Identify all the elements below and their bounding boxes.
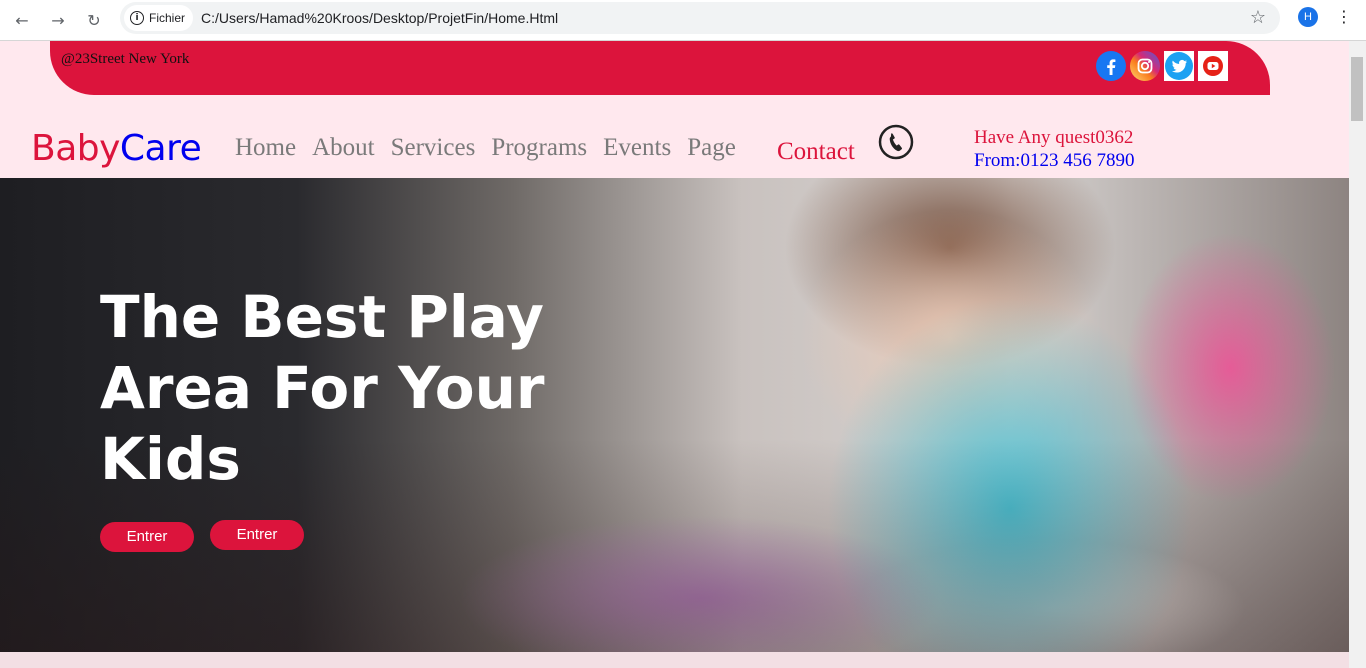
hero-image: The Best Play Area For Your Kids Entrer … [0, 178, 1349, 652]
nav-services[interactable]: Services [391, 133, 476, 163]
top-info-bar [50, 41, 1270, 95]
site-chip-label: Fichier [149, 11, 186, 25]
entrer-button-2[interactable]: Entrer [210, 520, 304, 550]
nav-page[interactable]: Page [687, 133, 736, 163]
back-icon[interactable]: ← [10, 8, 34, 32]
nav-home[interactable]: Home [235, 133, 296, 163]
info-icon: i [130, 11, 144, 25]
phone-icon [878, 124, 914, 160]
contact-phone: From:0123 456 7890 [974, 150, 1135, 171]
youtube-icon[interactable] [1198, 51, 1228, 81]
scrollbar-thumb[interactable] [1351, 57, 1363, 121]
contact-question: Have Any quest0362 [974, 127, 1134, 148]
page-scrollbar[interactable] [1349, 41, 1366, 668]
nav-events[interactable]: Events [603, 133, 671, 163]
facebook-icon[interactable] [1096, 51, 1126, 81]
entrer-button-1[interactable]: Entrer [100, 522, 194, 552]
logo-baby: Baby [31, 128, 120, 169]
address-bar[interactable]: i Fichier C:/Users/Hamad%20Kroos/Desktop… [120, 2, 1280, 34]
instagram-icon[interactable] [1130, 51, 1160, 81]
site-logo[interactable]: BabyCare [31, 127, 202, 171]
url-text[interactable]: C:/Users/Hamad%20Kroos/Desktop/ProjetFin… [201, 10, 558, 26]
forward-icon[interactable]: → [46, 8, 70, 32]
next-section-edge [0, 652, 1349, 668]
site-info-chip[interactable]: i Fichier [124, 5, 194, 31]
main-menu: Home About Services Programs Events Page [235, 133, 752, 163]
social-links [1096, 51, 1228, 81]
bookmark-star-icon[interactable]: ☆ [1250, 7, 1266, 28]
logo-care: Care [119, 128, 202, 169]
browser-toolbar: ← → ↻ i Fichier C:/Users/Hamad%20Kroos/D… [0, 0, 1366, 41]
address-text: @23Street New York [61, 51, 190, 67]
profile-avatar[interactable]: H [1298, 7, 1318, 27]
nav-contact[interactable]: Contact [777, 137, 855, 167]
nav-programs[interactable]: Programs [491, 133, 587, 163]
browser-menu-icon[interactable]: ⋮ [1336, 7, 1352, 26]
reload-icon[interactable]: ↻ [82, 8, 106, 32]
nav-about[interactable]: About [312, 133, 375, 163]
twitter-icon[interactable] [1164, 51, 1194, 81]
hero-title: The Best Play Area For Your Kids [100, 283, 545, 493]
